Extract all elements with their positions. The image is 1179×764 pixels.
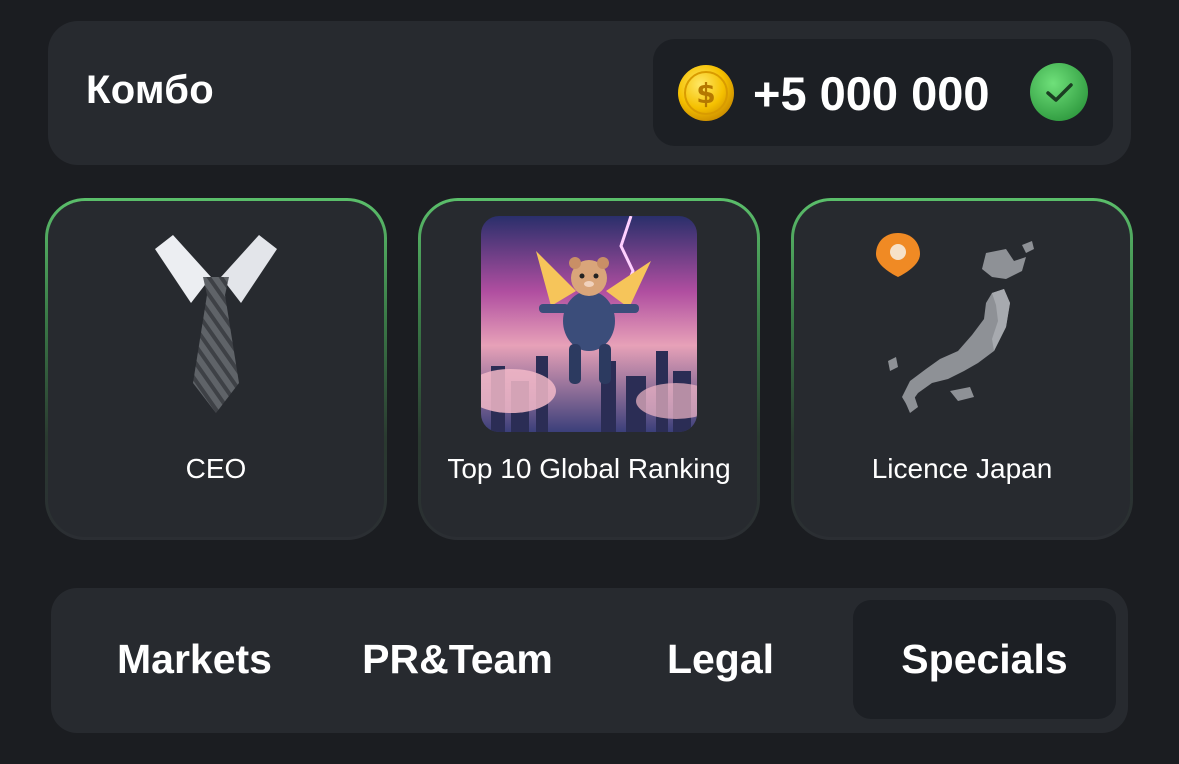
tab-markets[interactable]: Markets — [71, 600, 318, 719]
japan-map-icon — [876, 233, 1034, 413]
combo-bar: Комбо $ +5 000 000 — [48, 21, 1131, 165]
category-tabs: Markets PR&Team Legal Specials — [51, 588, 1128, 733]
combo-card-top10[interactable]: Top 10 Global Ranking — [418, 198, 760, 540]
coin-icon: $ — [678, 65, 734, 121]
check-circle-icon — [1030, 63, 1088, 121]
tab-pr-team[interactable]: PR&Team — [334, 600, 581, 719]
card-label: CEO — [185, 453, 247, 484]
card-label: Licence Japan — [871, 453, 1053, 484]
combo-card-licence-japan[interactable]: Licence Japan — [791, 198, 1133, 540]
reward-pill: $ +5 000 000 — [653, 39, 1113, 146]
tab-specials[interactable]: Specials — [853, 600, 1116, 719]
card-label: Top 10 Global Ranking — [447, 453, 731, 484]
card-inner: Licence Japan — [794, 201, 1130, 537]
flying-hamster-image — [481, 216, 697, 432]
svg-text:$: $ — [696, 77, 715, 110]
card-inner: Top 10 Global Ranking — [421, 201, 757, 537]
reward-amount: +5 000 000 — [753, 67, 990, 120]
necktie-icon — [155, 235, 277, 413]
map-pin-icon — [876, 233, 920, 277]
card-inner: CEO — [48, 201, 384, 537]
combo-card-ceo[interactable]: CEO — [45, 198, 387, 540]
combo-title: Комбо — [86, 68, 215, 112]
tab-legal[interactable]: Legal — [597, 600, 844, 719]
